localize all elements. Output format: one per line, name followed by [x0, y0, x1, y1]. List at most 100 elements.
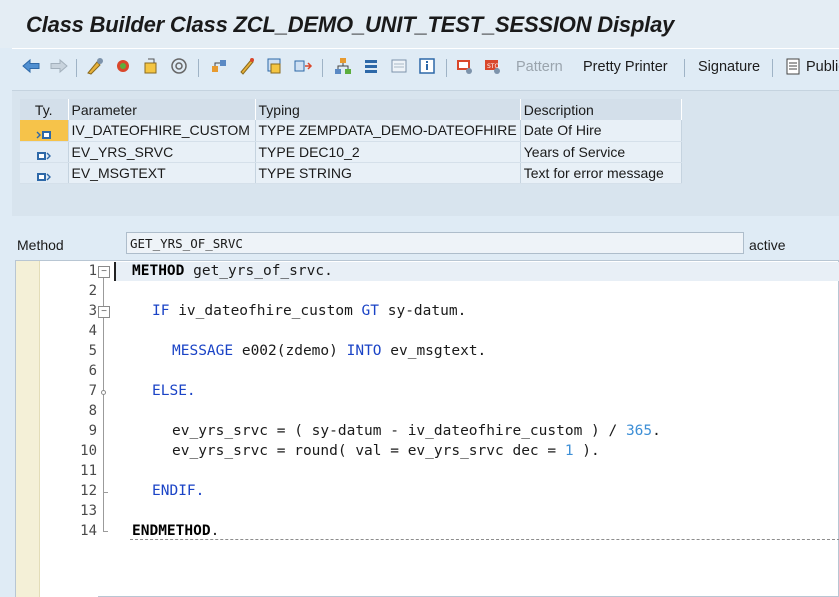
code-text: . [652, 423, 661, 439]
parameter-name-cell[interactable]: IV_DATEOFHIRE_CUSTOM [68, 120, 256, 142]
public-section-button[interactable]: Public [806, 59, 839, 75]
code-editor[interactable]: 1 2 3 4 5 6 7 8 9 10 11 12 13 14 − − MET… [15, 260, 839, 597]
window-title: Class Builder Class ZCL_DEMO_UNIT_TEST_S… [26, 12, 675, 37]
back-arrow-icon[interactable] [20, 54, 42, 78]
navigation-window-icon[interactable] [264, 54, 286, 78]
parameter-table-header: Ty. Parameter Typing Description [20, 99, 682, 120]
line-number: 13 [80, 503, 97, 519]
number-literal: 1 [564, 443, 574, 459]
code-line[interactable]: IF iv_dateofhire_custom GT sy-datum. [152, 303, 466, 319]
hierarchy-icon[interactable] [332, 54, 354, 78]
activate-icon[interactable] [112, 54, 134, 78]
pattern-button[interactable]: Pattern [516, 59, 563, 75]
table-row[interactable]: EV_YRS_SRVC TYPE DEC10_2 Years of Servic… [20, 141, 682, 163]
line-number: 9 [88, 423, 97, 439]
toolbar-separator [198, 59, 199, 77]
application-toolbar: STO Pattern Pretty Printer Signature Pub… [12, 48, 839, 84]
code-text: iv_dateofhire_custom [169, 303, 362, 319]
code-text: ev_yrs_srvc = round( val = ev_yrs_srvc d… [172, 443, 565, 459]
stop-icon[interactable]: STO [482, 54, 504, 78]
parameter-type-cell[interactable] [20, 162, 69, 184]
code-text: ). [573, 443, 600, 459]
code-line[interactable]: ENDMETHOD. [132, 523, 219, 539]
column-header-description[interactable]: Description [520, 99, 682, 120]
parameter-table: Ty. Parameter Typing Description IV_DATE… [20, 99, 682, 184]
parameter-type-cell[interactable] [20, 120, 69, 142]
method-name-field[interactable]: GET_YRS_OF_SRVC [126, 232, 744, 254]
line-number: 5 [88, 343, 97, 359]
importing-parameter-icon [36, 127, 52, 139]
code-text: ev_yrs_srvc = ( sy-datum - iv_dateofhire… [172, 423, 626, 439]
frame-icon[interactable] [388, 54, 410, 78]
other-object-icon[interactable] [140, 54, 162, 78]
fold-collapse-icon[interactable]: − [98, 306, 110, 318]
code-line[interactable]: MESSAGE e002(zdemo) INTO ev_msgtext. [172, 343, 486, 359]
code-line[interactable]: METHOD get_yrs_of_srvc. [132, 263, 333, 279]
code-text: sy-datum. [379, 303, 467, 319]
code-line[interactable]: ENDIF. [152, 483, 204, 499]
fold-branch-icon [101, 390, 106, 395]
toolbar-separator [322, 59, 323, 77]
stack-icon[interactable] [360, 54, 382, 78]
line-numbers: 1 2 3 4 5 6 7 8 9 10 11 12 13 14 [40, 261, 98, 597]
keyword-endmethod: ENDMETHOD [132, 523, 211, 539]
fold-guide-line [103, 318, 104, 532]
table-row[interactable]: IV_DATEOFHIRE_CUSTOM TYPE ZEMPDATA_DEMO-… [20, 120, 682, 142]
fold-end-tick [103, 531, 108, 532]
line-number: 6 [88, 363, 97, 379]
toolbar-separator [446, 59, 447, 77]
line-number: 1 [88, 263, 97, 279]
code-text: get_yrs_of_srvc. [184, 263, 333, 279]
line-number: 14 [80, 523, 97, 539]
pretty-printer-button[interactable]: Pretty Printer [583, 59, 668, 75]
parameter-typing-cell[interactable]: TYPE STRING [255, 162, 521, 184]
column-header-parameter[interactable]: Parameter [68, 99, 256, 120]
keyword-message: MESSAGE [172, 343, 234, 359]
code-line[interactable]: ELSE. [152, 383, 196, 399]
pencil-icon[interactable] [236, 54, 258, 78]
where-used-icon[interactable] [168, 54, 190, 78]
help-settings-icon[interactable] [454, 54, 476, 78]
editor-marker-bar [16, 261, 40, 597]
forward-arrow-icon[interactable] [48, 54, 70, 78]
line-number: 4 [88, 323, 97, 339]
display-object-list-icon[interactable] [292, 54, 314, 78]
column-header-typing[interactable]: Typing [255, 99, 521, 120]
info-icon[interactable] [416, 54, 438, 78]
fold-collapse-icon[interactable]: − [98, 266, 110, 278]
signature-button[interactable]: Signature [698, 59, 760, 75]
fold-guide-line [103, 278, 104, 306]
method-row: Method GET_YRS_OF_SRVC active [12, 226, 839, 260]
toolbar-separator [76, 59, 77, 77]
line-number: 7 [88, 383, 97, 399]
parameter-typing-cell[interactable]: TYPE ZEMPDATA_DEMO-DATEOFHIRE [255, 120, 521, 142]
parameter-name-cell[interactable]: EV_MSGTEXT [68, 162, 256, 184]
table-row[interactable]: EV_MSGTEXT TYPE STRING Text for error me… [20, 162, 682, 184]
code-text: ev_msgtext. [381, 343, 487, 359]
text-cursor [114, 262, 116, 281]
parameter-typing-cell[interactable]: TYPE DEC10_2 [255, 141, 521, 163]
parameter-type-cell[interactable] [20, 141, 69, 163]
exporting-parameter-icon [36, 148, 52, 160]
parameter-description-cell[interactable]: Text for error message [520, 162, 682, 184]
keyword-gt: GT [361, 303, 379, 319]
line-number: 3 [88, 303, 97, 319]
line-number: 12 [80, 483, 97, 499]
parameter-description-cell[interactable]: Years of Service [520, 141, 682, 163]
line-number: 8 [88, 403, 97, 419]
line-number: 11 [80, 463, 97, 479]
parameter-description-cell[interactable]: Date Of Hire [520, 120, 682, 142]
toolbar-separator [684, 59, 685, 77]
column-header-ty[interactable]: Ty. [20, 99, 69, 120]
parameter-name-cell[interactable]: EV_YRS_SRVC [68, 141, 256, 163]
code-line[interactable]: ev_yrs_srvc = round( val = ev_yrs_srvc d… [172, 443, 600, 459]
exporting-parameter-icon [36, 169, 52, 181]
method-label: Method [17, 237, 64, 253]
public-section-icon[interactable] [782, 54, 804, 78]
display-change-icon[interactable] [84, 54, 106, 78]
keyword-method: METHOD [132, 263, 185, 279]
keyword-if: IF [152, 303, 170, 319]
code-line[interactable]: ev_yrs_srvc = ( sy-datum - iv_dateofhire… [172, 423, 661, 439]
number-literal: 365 [625, 423, 653, 439]
object-list-icon[interactable] [208, 54, 230, 78]
